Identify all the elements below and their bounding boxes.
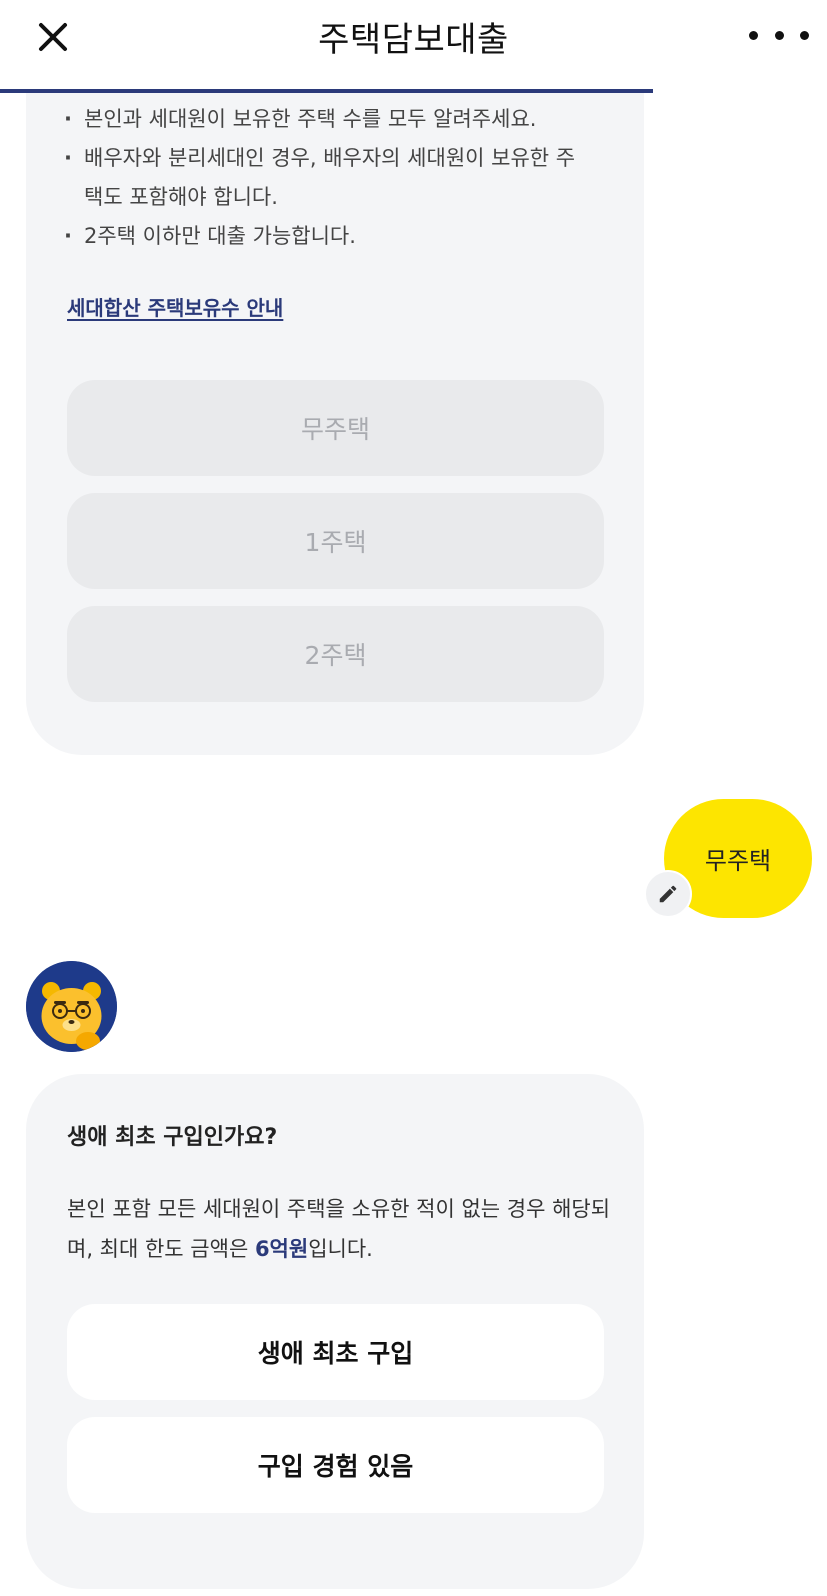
- first-purchase-button[interactable]: 생애 최초 구입: [67, 1304, 604, 1400]
- bear-character-avatar: [26, 961, 117, 1052]
- description-text-end: 입니다.: [308, 1237, 373, 1261]
- app-header: 주택담보대출: [0, 0, 827, 93]
- notice-list: 본인과 세대원이 보유한 주택 수를 모두 알려주세요. 배우자와 분리세대인 …: [64, 100, 594, 256]
- option-one-house-button[interactable]: 1주택: [67, 493, 604, 589]
- option-no-house-button[interactable]: 무주택: [67, 380, 604, 476]
- house-count-card: 본인과 세대원이 보유한 주택 수를 모두 알려주세요. 배우자와 분리세대인 …: [26, 60, 644, 755]
- question-title: 생애 최초 구입인가요?: [67, 1125, 278, 1150]
- has-purchase-experience-button[interactable]: 구입 경험 있음: [67, 1417, 604, 1513]
- max-limit-amount: 6억원: [254, 1237, 309, 1261]
- household-house-count-guide-link[interactable]: 세대합산 주택보유수 안내: [67, 292, 283, 321]
- question-description: 본인 포함 모든 세대원이 주택을 소유한 적이 없는 경우 해당되며, 최대 …: [67, 1189, 612, 1269]
- page-title: 주택담보대출: [318, 20, 509, 60]
- notice-item: 본인과 세대원이 보유한 주택 수를 모두 알려주세요.: [64, 100, 594, 139]
- notice-item: 2주택 이하만 대출 가능합니다.: [64, 217, 594, 256]
- pencil-icon[interactable]: [644, 870, 692, 918]
- option-two-house-button[interactable]: 2주택: [67, 606, 604, 702]
- progress-bar-fill: [0, 89, 654, 93]
- more-icon[interactable]: [749, 28, 809, 42]
- notice-item: 배우자와 분리세대인 경우, 배우자의 세대원이 보유한 주택도 포함해야 합니…: [64, 139, 594, 217]
- first-purchase-card: 생애 최초 구입인가요? 본인 포함 모든 세대원이 주택을 소유한 적이 없는…: [26, 1074, 644, 1589]
- progress-bar: [0, 89, 827, 93]
